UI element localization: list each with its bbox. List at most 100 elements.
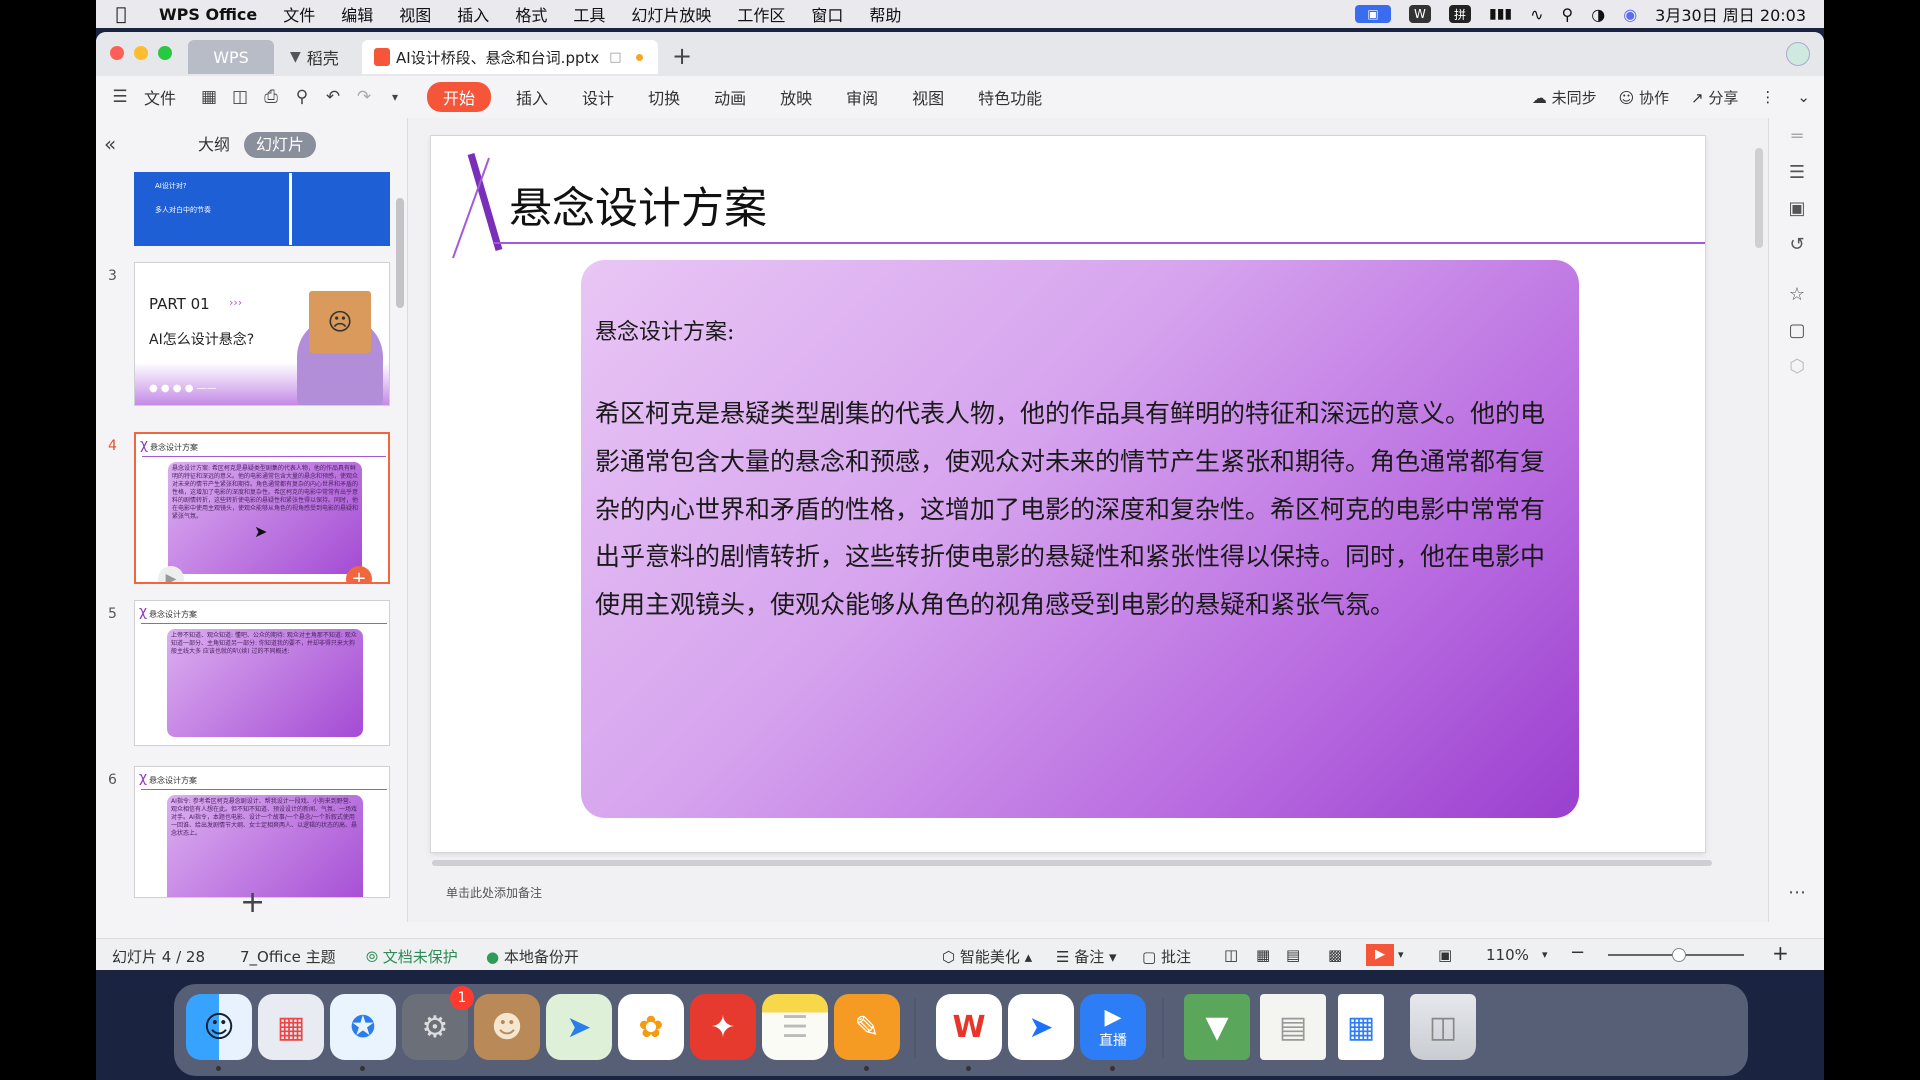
menu-tools[interactable]: 工具 [560,2,618,26]
account-avatar[interactable] [1786,42,1810,66]
undo-icon[interactable]: ↶ [321,85,345,109]
safari-icon[interactable]: ✪ [330,994,396,1060]
tab-document[interactable]: AI设计桥段、悬念和台词.pptx □ [362,40,658,74]
quick-access-dropdown-icon[interactable]: ▾ [383,85,407,109]
comments-button[interactable]: ▢ 批注 [1142,946,1191,967]
menu-datetime[interactable]: 3月30日 周日 20:03 [1655,2,1806,26]
tab-daoke[interactable]: ▼ 稻壳 [282,40,362,74]
xmind-icon[interactable]: ✦ [690,994,756,1060]
spotlight-icon[interactable]: ⚲ [1562,5,1574,24]
feishu-icon[interactable]: ➤ [1008,994,1074,1060]
zoom-level[interactable]: 110% [1486,946,1529,964]
thumb-4-add-icon[interactable]: + [346,566,372,582]
system-settings-icon[interactable]: ⚙ 1 [402,986,474,1060]
notes-toggle-button[interactable]: ☰ 备注 ▾ [1056,946,1117,967]
menu-app-name[interactable]: WPS Office [146,5,270,24]
launchpad-icon[interactable]: ▦ [258,994,324,1060]
downloads-folder-icon[interactable]: ▼ [1184,994,1250,1060]
menu-edit[interactable]: 编辑 [328,2,386,26]
zoom-out-button[interactable]: − [1570,942,1585,963]
slide-thumbnail-6[interactable]: χ 悬念设计方案 AI指令: 参考希区柯克悬念剧设计、帮我设计一段戏、小狗来到野… [134,766,390,898]
control-center-icon[interactable]: ◑ [1591,5,1605,24]
tab-special-features[interactable]: 特色功能 [978,85,1042,109]
collapse-panel-icon[interactable]: « [104,132,116,156]
tab-slideshow[interactable]: 放映 [780,85,812,109]
slide-title[interactable]: 悬念设计方案 [509,174,767,236]
box-icon[interactable]: ⬡ [1783,352,1811,380]
play-options-dropdown-icon[interactable]: ▾ [1398,948,1404,961]
finder-icon[interactable]: ☺ [186,994,252,1060]
zoom-in-button[interactable]: + [1772,941,1789,965]
present-icon[interactable]: □ [609,50,621,65]
input-method-icon[interactable]: 拼 [1448,5,1471,23]
fit-window-icon[interactable]: ▣ [1438,946,1452,964]
menu-window[interactable]: 窗口 [798,2,856,26]
canvas-vertical-scrollbar[interactable] [1752,118,1766,858]
add-slide-button[interactable]: + [240,885,265,920]
photos-icon[interactable]: ✿ [618,994,684,1060]
siri-icon[interactable]: ◉ [1623,5,1637,24]
tab-home[interactable]: 开始 [427,82,492,112]
sync-status-button[interactable]: ☁ 未同步 [1532,87,1597,108]
menu-view[interactable]: 视图 [386,2,444,26]
canvas-horizontal-thumb[interactable] [432,860,1712,866]
zoom-dropdown-icon[interactable]: ▾ [1542,948,1548,961]
slides-view-tab[interactable]: 幻灯片 [244,132,317,158]
trash-icon[interactable]: ◫ [1410,994,1476,1060]
slide-editor[interactable]: 悬念设计方案 悬念设计方案: 希区柯克是悬疑类型剧集的代表人物，他的作品具有鲜明… [431,136,1705,852]
zoom-slider-thumb[interactable] [1672,948,1686,962]
share-button[interactable]: ↗ 分享 [1691,87,1738,108]
tab-wps[interactable]: WPS [188,40,274,74]
new-tab-button[interactable]: + [672,42,692,70]
slides-panel-scrollbar[interactable] [396,198,404,308]
grid-view-icon[interactable]: ▦ [1256,946,1270,964]
history-icon[interactable]: ↺ [1783,230,1811,258]
slide-content-box[interactable]: 悬念设计方案: 希区柯克是悬疑类型剧集的代表人物，他的作品具有鲜明的特征和深远的… [581,260,1579,818]
more-options-icon[interactable]: ⋮ [1760,88,1775,106]
present-mode-icon[interactable]: ▩ [1328,946,1342,964]
canvas-horizontal-scrollbar[interactable] [418,858,1758,868]
slide-thumbnail-4[interactable]: χ 悬念设计方案 悬念设计方案: 希区柯克是悬疑类型剧集的代表人物，他的作品具有… [134,432,390,584]
minimize-window-button[interactable] [134,46,148,60]
zoom-window-button[interactable] [158,46,172,60]
slide-thumbnail-3[interactable]: PART 01 ››› AI怎么设计悬念? ☹ ● ● ● ● —— [134,262,390,406]
notes-placeholder[interactable]: 单击此处添加备注 [446,884,542,901]
canvas-vertical-thumb[interactable] [1755,148,1763,248]
document-stack-icon[interactable]: ▤ [1260,994,1326,1060]
contacts-icon[interactable]: ☻ [474,994,540,1060]
menu-format[interactable]: 格式 [502,2,560,26]
file-menu-button[interactable]: 文件 [144,85,176,109]
export-icon[interactable]: ◫ [228,85,252,109]
pages-icon[interactable]: ✎ [834,994,900,1060]
menu-insert[interactable]: 插入 [444,2,502,26]
battery-icon[interactable]: ▮▮▮ [1489,6,1512,22]
print-icon[interactable]: ⎙ [259,85,283,109]
wps-menu-icon[interactable]: W [1408,5,1431,23]
tab-review[interactable]: 审阅 [846,85,878,109]
screen-mirror-icon[interactable]: ▣ [1354,5,1391,23]
comment-panel-icon[interactable]: ▢ [1783,316,1811,344]
save-icon[interactable]: ▦ [197,85,221,109]
collapse-ribbon-icon[interactable]: ⌄ [1797,88,1810,106]
outline-view-tab[interactable]: 大纲 [186,132,242,158]
maps-icon[interactable]: ➤ [546,994,612,1060]
sidebar-handle-icon[interactable]: ═ [1783,122,1811,150]
tab-design[interactable]: 设计 [582,85,614,109]
theme-name[interactable]: 7_Office 主题 [240,946,336,967]
tab-animation[interactable]: 动画 [714,85,746,109]
wifi-icon[interactable]: ∿ [1530,5,1543,24]
tab-insert[interactable]: 插入 [516,85,548,109]
tab-transition[interactable]: 切换 [648,85,680,109]
apple-icon[interactable]:  [96,4,146,25]
main-menu-icon[interactable]: ☰ [108,85,132,109]
zoom-slider[interactable] [1608,948,1744,962]
document-protect-status[interactable]: ⦾ 文档未保护 [366,946,458,967]
menu-file[interactable]: 文件 [270,2,328,26]
tab-view[interactable]: 视图 [912,85,944,109]
collaborate-button[interactable]: ☺ 协作 [1619,87,1669,108]
redo-icon[interactable]: ↷ [352,85,376,109]
live-stream-icon[interactable]: ▶ 直播 [1080,994,1146,1060]
menu-workspace[interactable]: 工作区 [724,2,798,26]
normal-view-icon[interactable]: ◫ [1224,946,1238,964]
properties-icon[interactable]: ☰ [1783,158,1811,186]
